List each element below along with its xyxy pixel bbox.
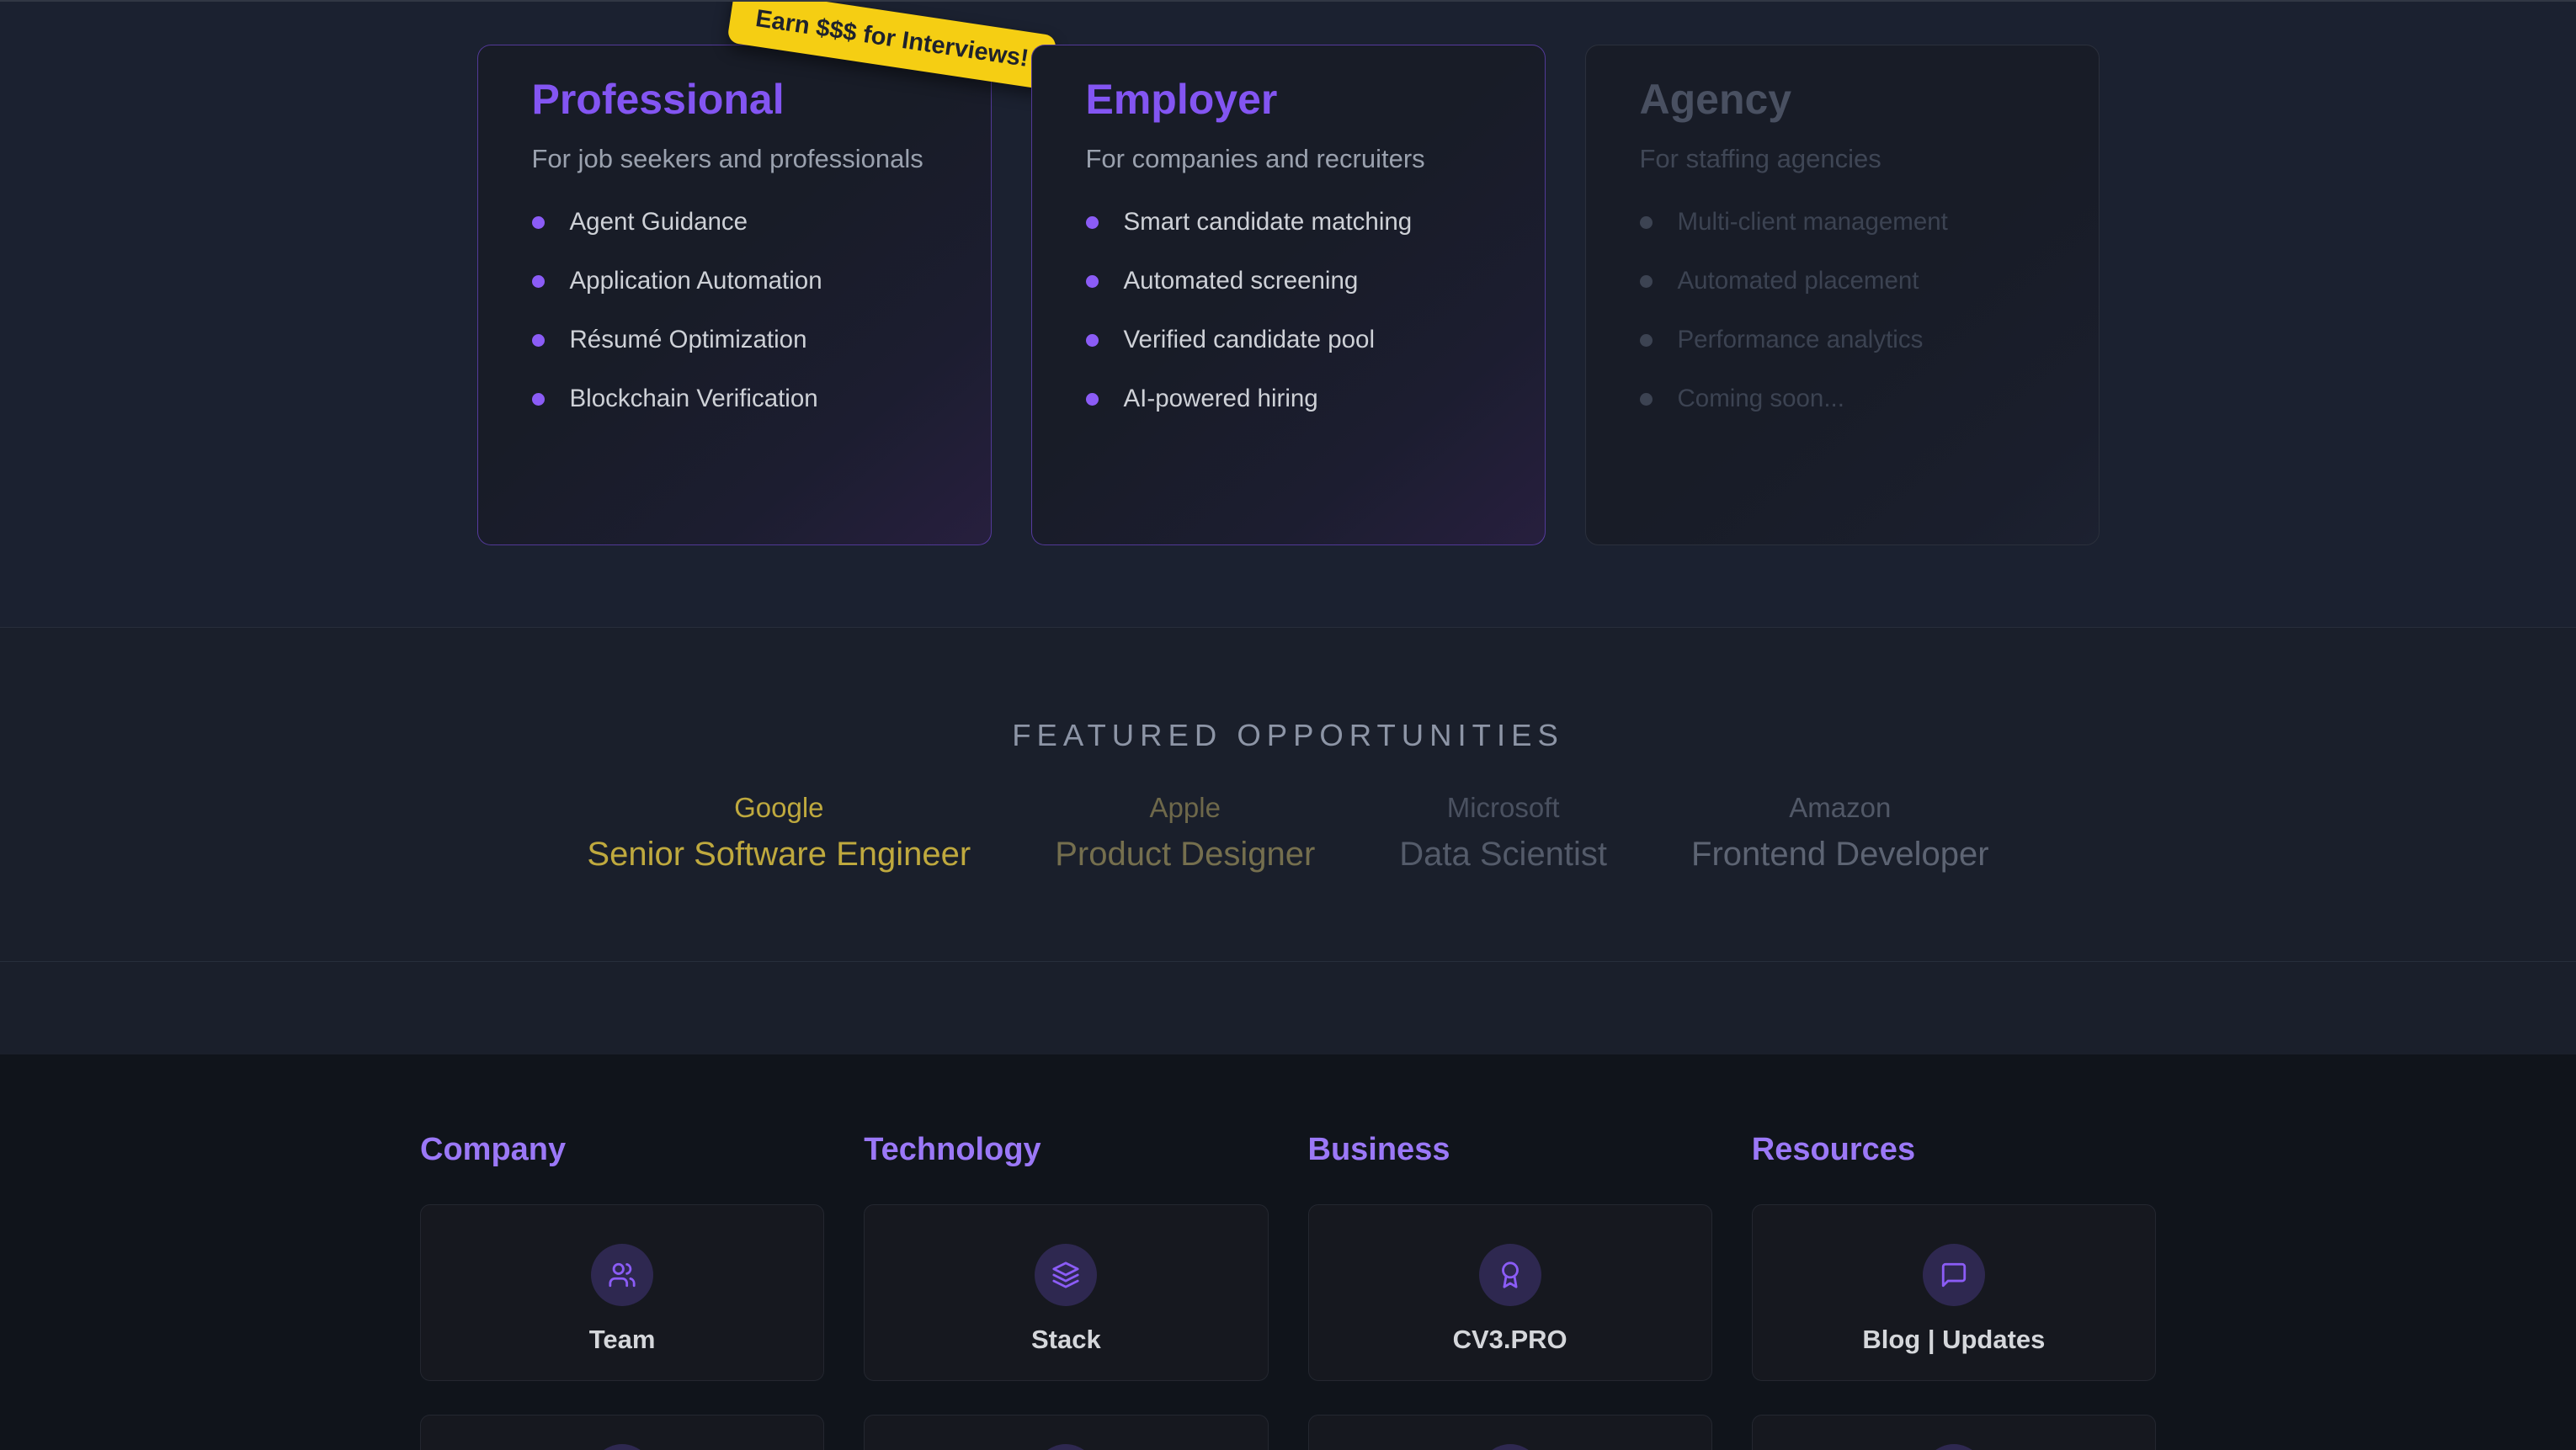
footer-card-label: Stack: [1031, 1325, 1101, 1355]
plan-feature-label: Smart candidate matching: [1124, 208, 1413, 236]
footer: Company Team Technology Stack: [0, 1054, 2576, 1450]
plan-subtitle: For staffing agencies: [1640, 144, 2045, 174]
footer-column-resources: Resources Blog | Updates: [1752, 1130, 2156, 1450]
bullet-dot-icon: [1086, 393, 1099, 406]
plan-feature-label: Application Automation: [570, 267, 822, 295]
plan-feature-label: Agent Guidance: [570, 208, 748, 236]
plan-feature: Multi-client management: [1640, 208, 2045, 236]
bullet-dot-icon: [1086, 334, 1099, 347]
job-item-amazon[interactable]: Amazon Frontend Developer: [1691, 793, 1989, 874]
footer-card-label: Blog | Updates: [1862, 1325, 2045, 1355]
plan-feature: Résumé Optimization: [532, 326, 937, 354]
hidden-icon: [1035, 1444, 1097, 1450]
plans-section: Earn $$$ for Interviews! Professional Fo…: [0, 2, 2576, 627]
job-company: Google: [734, 793, 823, 823]
plan-feature-label: Automated screening: [1124, 267, 1359, 295]
footer-card-cv3pro[interactable]: CV3.PRO: [1308, 1204, 1712, 1381]
plan-subtitle: For job seekers and professionals: [532, 144, 937, 174]
plan-title: Professional: [532, 76, 937, 124]
plan-card-professional[interactable]: Earn $$$ for Interviews! Professional Fo…: [477, 45, 992, 545]
bullet-dot-icon: [1640, 216, 1653, 229]
footer-card-partial[interactable]: [420, 1415, 824, 1450]
award-icon: [1479, 1244, 1541, 1306]
bullet-dot-icon: [532, 216, 545, 229]
footer-card-label: CV3.PRO: [1453, 1325, 1567, 1355]
plan-feature-label: Automated placement: [1678, 267, 1919, 295]
plan-feature: Automated screening: [1086, 267, 1491, 295]
job-company: Apple: [1150, 793, 1221, 823]
footer-card-partial[interactable]: [1308, 1415, 1712, 1450]
hidden-icon: [591, 1444, 653, 1450]
job-company: Amazon: [1789, 793, 1891, 823]
footer-heading: Company: [420, 1130, 824, 1169]
footer-card-blog[interactable]: Blog | Updates: [1752, 1204, 2156, 1381]
plan-feature: Application Automation: [532, 267, 937, 295]
plan-feature: Agent Guidance: [532, 208, 937, 236]
job-role: Senior Software Engineer: [587, 835, 971, 874]
bullet-dot-icon: [1086, 275, 1099, 288]
job-item-apple[interactable]: Apple Product Designer: [1055, 793, 1315, 874]
users-icon: [591, 1244, 653, 1306]
plan-title: Employer: [1086, 76, 1491, 124]
job-role: Data Scientist: [1399, 835, 1607, 874]
plan-feature-label: Résumé Optimization: [570, 326, 807, 354]
plan-feature-label: Coming soon...: [1678, 385, 1844, 413]
bullet-dot-icon: [1640, 393, 1653, 406]
footer-card-team[interactable]: Team: [420, 1204, 824, 1381]
footer-card-partial[interactable]: [1752, 1415, 2156, 1450]
plan-feature: Automated placement: [1640, 267, 2045, 295]
plan-feature-list: Multi-client management Automated placem…: [1640, 208, 2045, 413]
job-role: Product Designer: [1055, 835, 1315, 874]
plan-feature-list: Smart candidate matching Automated scree…: [1086, 208, 1491, 413]
plan-feature-label: Blockchain Verification: [570, 385, 818, 413]
hidden-icon: [1923, 1444, 1985, 1450]
job-item-google[interactable]: Google Senior Software Engineer: [587, 793, 971, 874]
plan-feature-label: Performance analytics: [1678, 326, 1924, 354]
footer-column-business: Business CV3.PRO: [1308, 1130, 1712, 1450]
plan-feature: Blockchain Verification: [532, 385, 937, 413]
plan-subtitle: For companies and recruiters: [1086, 144, 1491, 174]
plan-feature: Verified candidate pool: [1086, 326, 1491, 354]
footer-heading: Technology: [864, 1130, 1268, 1169]
plan-feature-label: Verified candidate pool: [1124, 326, 1376, 354]
plan-feature-label: Multi-client management: [1678, 208, 1948, 236]
job-role: Frontend Developer: [1691, 835, 1989, 874]
footer-heading: Business: [1308, 1130, 1712, 1169]
footer-column-company: Company Team: [420, 1130, 824, 1450]
section-spacer: [0, 962, 2576, 1054]
footer-column-technology: Technology Stack: [864, 1130, 1268, 1450]
plan-feature: AI-powered hiring: [1086, 385, 1491, 413]
page: Earn $$$ for Interviews! Professional Fo…: [0, 0, 2576, 1450]
plan-card-agency: Agency For staffing agencies Multi-clien…: [1585, 45, 2100, 545]
bullet-dot-icon: [532, 334, 545, 347]
bullet-dot-icon: [1640, 334, 1653, 347]
footer-card-stack[interactable]: Stack: [864, 1204, 1268, 1381]
plan-feature: Smart candidate matching: [1086, 208, 1491, 236]
footer-heading: Resources: [1752, 1130, 2156, 1169]
footer-card-partial[interactable]: [864, 1415, 1268, 1450]
job-company: Microsoft: [1447, 793, 1560, 823]
bullet-dot-icon: [1640, 275, 1653, 288]
plan-feature: Coming soon...: [1640, 385, 2045, 413]
plan-feature: Performance analytics: [1640, 326, 2045, 354]
plan-title: Agency: [1640, 76, 2045, 124]
footer-grid: Company Team Technology Stack: [420, 1130, 2156, 1450]
layers-icon: [1035, 1244, 1097, 1306]
message-square-icon: [1923, 1244, 1985, 1306]
plan-card-employer[interactable]: Employer For companies and recruiters Sm…: [1031, 45, 1546, 545]
plan-feature-label: AI-powered hiring: [1124, 385, 1318, 413]
footer-card-label: Team: [589, 1325, 656, 1355]
job-item-microsoft[interactable]: Microsoft Data Scientist: [1399, 793, 1607, 874]
hidden-icon: [1479, 1444, 1541, 1450]
bullet-dot-icon: [1086, 216, 1099, 229]
featured-title: FEATURED OPPORTUNITIES: [0, 717, 2576, 754]
plan-feature-list: Agent Guidance Application Automation Ré…: [532, 208, 937, 413]
bullet-dot-icon: [532, 393, 545, 406]
bullet-dot-icon: [532, 275, 545, 288]
featured-jobs-row: Google Senior Software Engineer Apple Pr…: [0, 793, 2576, 874]
featured-section: FEATURED OPPORTUNITIES Google Senior Sof…: [0, 627, 2576, 962]
